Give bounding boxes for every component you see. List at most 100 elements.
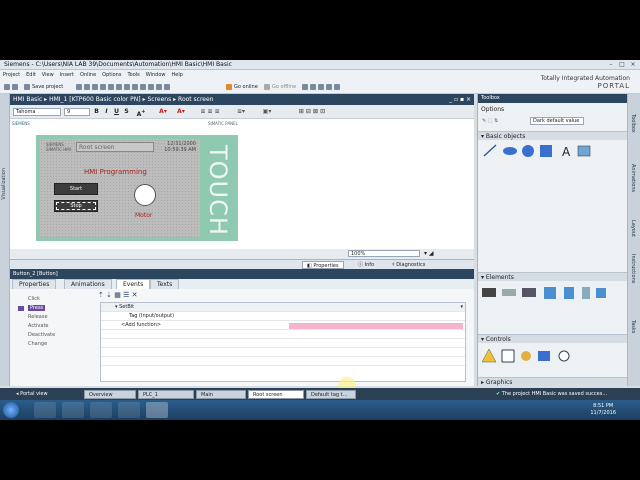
- motor-label[interactable]: Motor: [135, 212, 152, 219]
- function-row[interactable]: ▾ SetBit ▾: [101, 303, 465, 312]
- ie-taskbar-icon[interactable]: [34, 402, 56, 418]
- add-function-row[interactable]: <Add function>: [101, 321, 465, 330]
- portal-view-button[interactable]: ◂ Portal view: [16, 390, 48, 399]
- tab-instructions-vertical[interactable]: Instructions: [630, 254, 636, 283]
- start-button-icon[interactable]: [3, 402, 19, 418]
- dark-default-select[interactable]: Dark default value: [530, 117, 584, 125]
- subtab-properties[interactable]: Properties: [12, 279, 57, 289]
- menu-window[interactable]: Window: [143, 70, 169, 78]
- tia-portal-taskbar-icon[interactable]: [146, 402, 168, 418]
- panel-label: SIMATIC PANEL: [208, 121, 238, 126]
- subtab-animations[interactable]: Animations: [64, 279, 112, 289]
- function-dropdown-icon[interactable]: ▾: [460, 303, 463, 312]
- stop-button[interactable]: Stop: [54, 200, 98, 212]
- ellipse-icon: [503, 147, 517, 155]
- explorer-taskbar-icon[interactable]: [62, 402, 84, 418]
- save-project-button[interactable]: Save project: [24, 83, 63, 91]
- tab-overview[interactable]: Overview: [84, 390, 136, 399]
- options-icons[interactable]: ✎ ⬚ ⇅: [482, 118, 498, 124]
- tab-diagnostics[interactable]: ⚕ Diagnostics: [388, 261, 429, 269]
- font-color-button[interactable]: A▾: [154, 108, 172, 116]
- go-online-icon: [226, 83, 232, 90]
- section-basic-objects[interactable]: ▾ Basic objects: [478, 131, 628, 140]
- screen-editor-canvas[interactable]: SIEMENS SIMATIC PANEL SIEMENS SIMATIC HMI…: [10, 119, 474, 249]
- strikethrough-button[interactable]: S: [123, 108, 130, 116]
- layout-buttons[interactable]: ⊞ ⊟ ⊠ ⊡: [282, 108, 342, 116]
- hmi-screen[interactable]: SIEMENS SIMATIC HMI Root screen 12/31/200…: [40, 139, 200, 237]
- close-icon[interactable]: ×: [628, 61, 638, 68]
- tab-tasks-vertical[interactable]: Tasks: [630, 320, 636, 333]
- tab-main[interactable]: Main: [196, 390, 246, 399]
- visualization-tab[interactable]: Visualization: [1, 168, 7, 200]
- function-name[interactable]: SetBit: [119, 304, 134, 310]
- maximize-icon[interactable]: □: [617, 61, 627, 68]
- event-click[interactable]: Click: [12, 295, 86, 304]
- text-size-button[interactable]: A+: [134, 108, 148, 118]
- zoom-slider-icon[interactable]: ▾ ◢: [424, 250, 434, 257]
- font-size-select[interactable]: 9: [64, 108, 90, 116]
- minimize-icon[interactable]: –: [606, 61, 616, 68]
- menu-insert[interactable]: Insert: [57, 70, 77, 78]
- menu-help[interactable]: Help: [169, 70, 186, 78]
- event-change[interactable]: Change: [12, 340, 86, 349]
- list-icon[interactable]: ☰: [123, 291, 129, 299]
- event-activate[interactable]: Activate: [12, 322, 86, 331]
- zoom-select[interactable]: 100%: [348, 250, 420, 257]
- menu-options[interactable]: Options: [99, 70, 124, 78]
- move-down-icon[interactable]: ⇣: [106, 291, 112, 299]
- tab-properties-inspector[interactable]: ◧ Properties: [302, 261, 344, 269]
- go-offline-button[interactable]: Go offline: [264, 83, 296, 91]
- section-controls[interactable]: ▾ Controls: [478, 334, 628, 343]
- tab-info[interactable]: ⓘ Info: [354, 261, 378, 269]
- screen-logo: SIEMENS SIMATIC HMI: [46, 142, 71, 152]
- motor-lamp-circle[interactable]: [134, 184, 156, 206]
- system-clock[interactable]: 8:51 PM 11/7/2016: [590, 403, 616, 417]
- menu-project[interactable]: Project: [0, 70, 23, 78]
- online-tools-icons[interactable]: [302, 83, 342, 91]
- tab-layout-vertical[interactable]: Layout: [630, 220, 636, 237]
- screen-name-field[interactable]: Root screen: [76, 142, 154, 152]
- editor-window-controls[interactable]: _ ▫ ▪ ×: [449, 94, 471, 105]
- switch-icon: [582, 287, 590, 299]
- start-button[interactable]: Start: [54, 183, 98, 195]
- menu-view[interactable]: View: [39, 70, 57, 78]
- section-elements[interactable]: ▾ Elements: [478, 272, 628, 281]
- underline-button[interactable]: U: [113, 108, 120, 116]
- tab-plc1[interactable]: PLC_1: [138, 390, 194, 399]
- event-deactivate[interactable]: Deactivate: [12, 331, 86, 340]
- media-taskbar-icon[interactable]: [90, 402, 112, 418]
- menu-tools[interactable]: Tools: [124, 70, 142, 78]
- hmi-title-text[interactable]: HMI Programming: [84, 168, 147, 176]
- fill-color-button[interactable]: A▾: [174, 108, 188, 116]
- subtab-texts[interactable]: Texts: [150, 279, 180, 289]
- go-online-button[interactable]: Go online: [226, 83, 258, 91]
- edit-tools-icons[interactable]: [76, 83, 172, 91]
- font-select[interactable]: Tahoma: [13, 108, 61, 116]
- align-buttons[interactable]: ≡ ≡ ≡: [192, 108, 228, 116]
- menu-online[interactable]: Online: [77, 70, 99, 78]
- arrange-button[interactable]: ▣▾: [256, 108, 278, 116]
- event-press[interactable]: Press: [12, 304, 86, 313]
- firefox-taskbar-icon[interactable]: [118, 402, 140, 418]
- subtab-events[interactable]: Events: [116, 279, 151, 289]
- add-function-text[interactable]: <Add function>: [101, 322, 161, 328]
- tab-toolbox-vertical[interactable]: Toolbox: [630, 114, 636, 133]
- windows-taskbar: 8:51 PM 11/7/2016: [0, 400, 640, 420]
- parameter-row[interactable]: Tag (Input/output): [101, 312, 465, 329]
- tab-default-tag-table[interactable]: Default tag t...: [306, 390, 356, 399]
- new-project-icon[interactable]: [4, 83, 20, 91]
- tab-root-screen[interactable]: Root screen: [248, 390, 304, 399]
- date-time-field[interactable]: 12/31/2000 10:59:39 AM: [164, 141, 196, 153]
- move-up-icon[interactable]: ⇡: [98, 291, 104, 299]
- grid-icon[interactable]: ▦: [114, 291, 121, 299]
- line-style-button[interactable]: ≡▾: [230, 108, 252, 116]
- project-tree-collapsed[interactable]: Visualization: [0, 94, 10, 386]
- section-graphics[interactable]: ▸ Graphics: [478, 377, 628, 386]
- event-release[interactable]: Release: [12, 313, 86, 322]
- italic-button[interactable]: I: [103, 108, 110, 116]
- tab-animations-vertical[interactable]: Animations: [630, 164, 636, 192]
- expand-icon[interactable]: ▾: [101, 304, 119, 310]
- delete-icon[interactable]: ✕: [132, 291, 138, 299]
- bold-button[interactable]: B: [93, 108, 100, 116]
- menu-edit[interactable]: Edit: [23, 70, 39, 78]
